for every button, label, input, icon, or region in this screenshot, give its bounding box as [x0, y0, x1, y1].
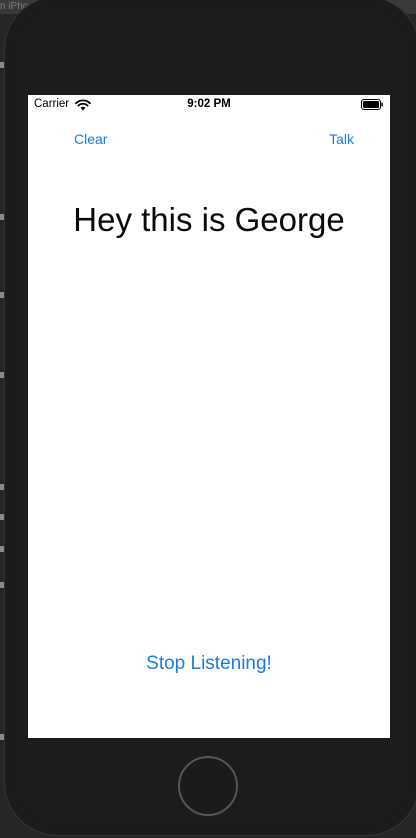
app-screen: Carrier 9:02 PM Clear Talk Hey this is G… [28, 95, 390, 738]
stop-listening-button[interactable]: Stop Listening! [28, 653, 390, 675]
transcript-text: Hey this is George [73, 201, 345, 238]
clear-button[interactable]: Clear [74, 131, 107, 147]
battery-full-icon [361, 99, 383, 110]
home-button[interactable] [178, 756, 238, 816]
status-bar: Carrier 9:02 PM [28, 95, 390, 115]
status-time: 9:02 PM [187, 98, 231, 110]
talk-button[interactable]: Talk [329, 131, 354, 147]
